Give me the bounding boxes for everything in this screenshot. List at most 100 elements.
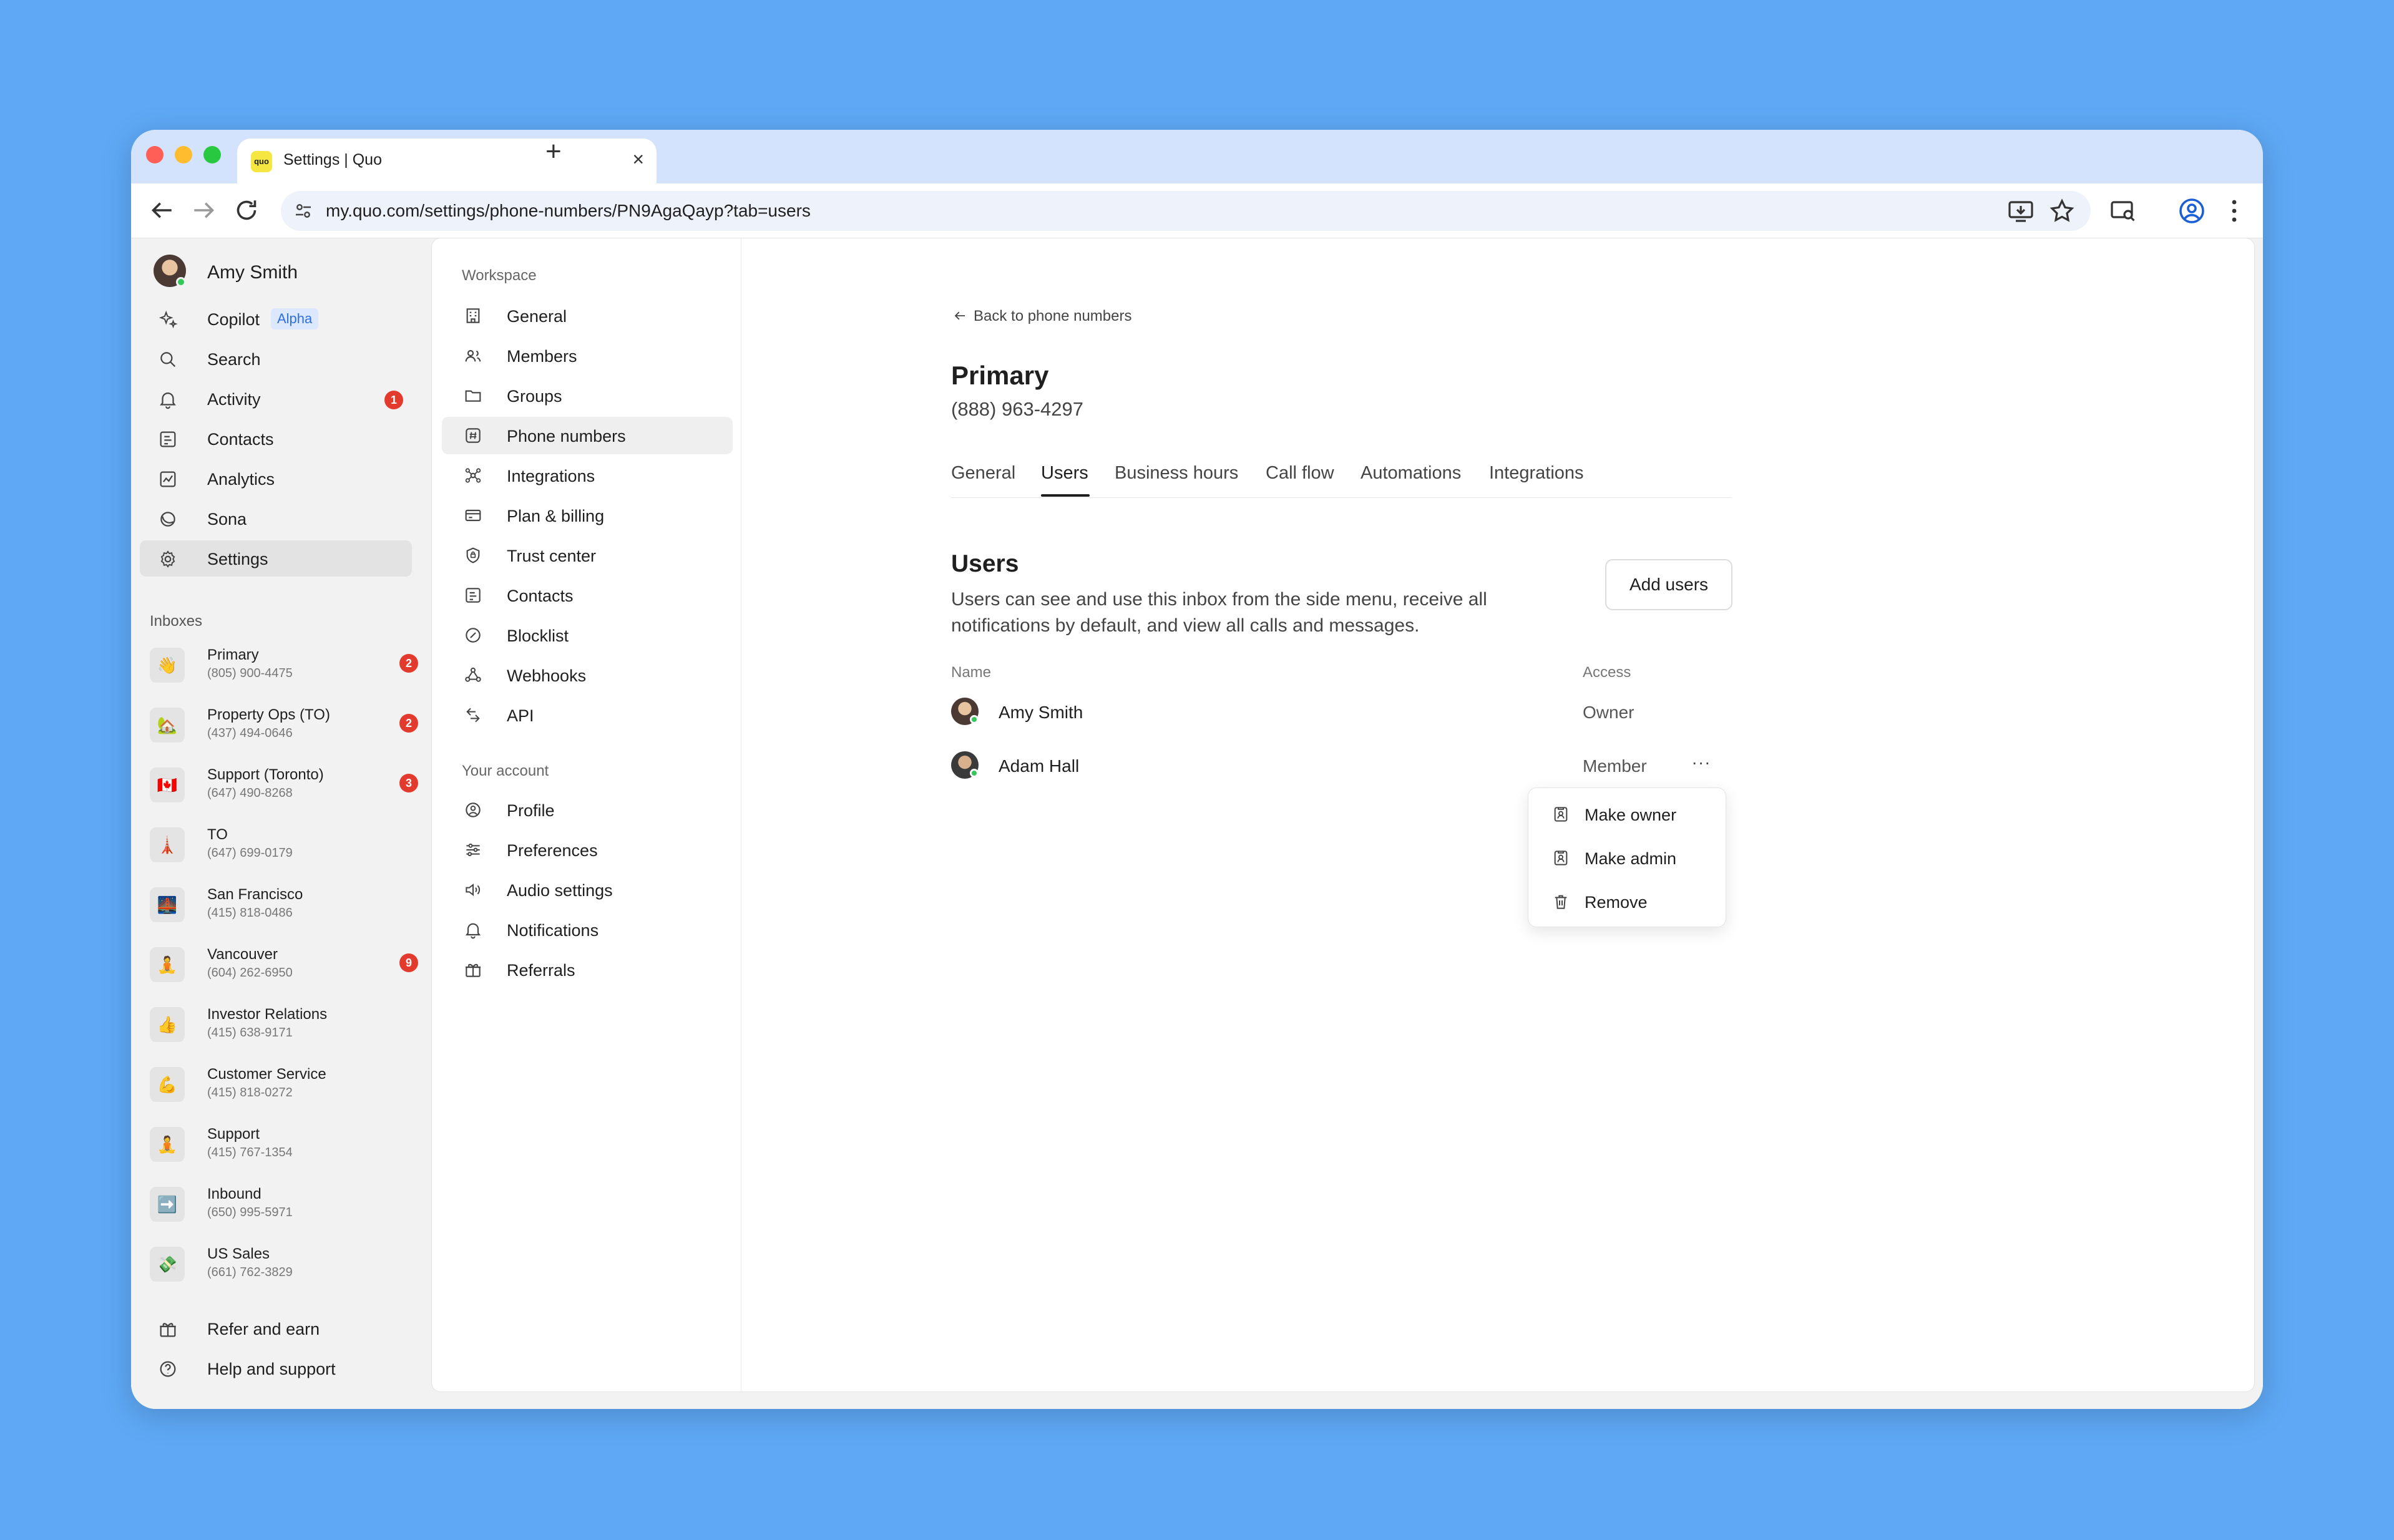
settings-plan-billing[interactable]: Plan & billing bbox=[442, 497, 733, 534]
bell-icon bbox=[157, 389, 178, 410]
make-owner-menu-item[interactable]: Make owner bbox=[1535, 794, 1721, 834]
settings-nav-label: API bbox=[507, 706, 534, 725]
users-heading: Users bbox=[951, 550, 1019, 577]
settings-contacts[interactable]: Contacts bbox=[442, 577, 733, 614]
settings-nav-label: Trust center bbox=[507, 547, 597, 565]
inbox-support[interactable]: 🧘 Support (415) 767-1354 bbox=[150, 1118, 418, 1168]
inbox-support-toronto[interactable]: 🇨🇦 Support (Toronto) (647) 490-8268 3 bbox=[150, 759, 418, 809]
back-arrow-icon[interactable] bbox=[145, 193, 178, 227]
tab-automations[interactable]: Automations bbox=[1361, 463, 1461, 484]
nav-contacts[interactable]: Contacts bbox=[140, 421, 412, 457]
online-status-icon bbox=[970, 769, 979, 777]
inbox-number: (650) 995-5971 bbox=[207, 1206, 293, 1219]
inbox-emoji-icon: ➡️ bbox=[150, 1187, 185, 1222]
nav-label: Copilot bbox=[207, 310, 260, 329]
user-name: Amy Smith bbox=[207, 262, 298, 283]
add-users-button[interactable]: Add users bbox=[1605, 559, 1732, 610]
close-tab-icon[interactable]: × bbox=[632, 148, 644, 171]
inbox-investor-relations[interactable]: 👍 Investor Relations (415) 638-9171 bbox=[150, 998, 418, 1048]
nav-label: Settings bbox=[207, 550, 268, 568]
integrations-icon bbox=[463, 465, 483, 485]
forward-arrow-icon[interactable] bbox=[187, 193, 221, 227]
nav-label: Analytics bbox=[207, 470, 275, 489]
settings-members[interactable]: Members bbox=[442, 337, 733, 374]
nav-sona[interactable]: Sona bbox=[140, 500, 412, 537]
inbox-customer-service[interactable]: 💪 Customer Service (415) 818-0272 bbox=[150, 1058, 418, 1108]
user-access: Owner bbox=[1583, 703, 1634, 722]
new-tab-icon[interactable]: + bbox=[545, 136, 562, 167]
inbox-emoji-icon: 🇨🇦 bbox=[150, 768, 185, 802]
nav-settings[interactable]: Settings bbox=[140, 540, 412, 577]
address-bar[interactable]: my.quo.com/settings/phone-numbers/PN9Aga… bbox=[281, 191, 2091, 231]
hash-icon bbox=[463, 426, 483, 446]
inbox-property-ops[interactable]: 🏡 Property Ops (TO) (437) 494-0646 2 bbox=[150, 699, 418, 749]
minimize-window-button[interactable] bbox=[175, 146, 192, 163]
settings-referrals[interactable]: Referrals bbox=[442, 951, 733, 988]
more-options-icon[interactable]: ··· bbox=[1688, 751, 1715, 779]
nav-search[interactable]: Search bbox=[140, 341, 412, 377]
refer-and-earn-link[interactable]: Refer and earn bbox=[140, 1310, 412, 1347]
profile-icon[interactable] bbox=[2177, 196, 2207, 226]
inbox-us-sales[interactable]: 💸 US Sales (661) 762-3829 bbox=[150, 1238, 418, 1288]
inbox-name: Primary bbox=[207, 646, 259, 663]
settings-nav-label: Profile bbox=[507, 801, 555, 820]
column-header-access: Access bbox=[1583, 664, 1631, 681]
inbox-san-francisco[interactable]: 🌉 San Francisco (415) 818-0486 bbox=[150, 879, 418, 928]
back-to-phone-numbers-link[interactable]: Back to phone numbers bbox=[951, 307, 1132, 325]
tab-users[interactable]: Users bbox=[1041, 463, 1088, 484]
app-content: Amy Smith Copilot Alpha Search Activity … bbox=[131, 238, 2263, 1409]
inbox-count-badge: 2 bbox=[399, 714, 418, 733]
settings-groups[interactable]: Groups bbox=[442, 377, 733, 414]
menu-item-label: Make owner bbox=[1585, 806, 1677, 824]
tab-business-hours[interactable]: Business hours bbox=[1115, 463, 1238, 484]
inbox-number: (437) 494-0646 bbox=[207, 726, 293, 740]
inbox-to[interactable]: 🗼 TO (647) 699-0179 bbox=[150, 819, 418, 869]
tab-integrations[interactable]: Integrations bbox=[1489, 463, 1584, 484]
inbox-primary[interactable]: 👋 Primary (805) 900-4475 2 bbox=[150, 639, 418, 689]
bookmark-star-icon[interactable] bbox=[2047, 196, 2077, 226]
remove-menu-item[interactable]: Remove bbox=[1535, 882, 1721, 922]
tab-search-icon[interactable] bbox=[2108, 196, 2138, 226]
user-actions-menu: Make owner Make admin Remove bbox=[1528, 787, 1726, 927]
nav-copilot[interactable]: Copilot Alpha bbox=[140, 301, 412, 337]
settings-audio[interactable]: Audio settings bbox=[442, 871, 733, 909]
kebab-menu-icon[interactable] bbox=[2219, 196, 2249, 226]
settings-integrations[interactable]: Integrations bbox=[442, 457, 733, 494]
alpha-badge: Alpha bbox=[271, 308, 319, 329]
inbox-number: (415) 818-0272 bbox=[207, 1086, 293, 1099]
gift-icon bbox=[463, 960, 483, 980]
inbox-name: Vancouver bbox=[207, 946, 278, 963]
browser-tab[interactable]: quo Settings | Quo × bbox=[237, 139, 657, 183]
settings-profile[interactable]: Profile bbox=[442, 791, 733, 829]
settings-blocklist[interactable]: Blocklist bbox=[442, 616, 733, 654]
inbox-vancouver[interactable]: 🧘 Vancouver (604) 262-6950 9 bbox=[150, 938, 418, 988]
maximize-window-button[interactable] bbox=[203, 146, 221, 163]
site-settings-icon[interactable] bbox=[292, 200, 315, 222]
settings-trust-center[interactable]: Trust center bbox=[442, 537, 733, 574]
settings-api[interactable]: API bbox=[442, 696, 733, 734]
settings-preferences[interactable]: Preferences bbox=[442, 831, 733, 869]
help-and-support-link[interactable]: Help and support bbox=[140, 1350, 412, 1386]
block-icon bbox=[463, 625, 483, 645]
close-window-button[interactable] bbox=[146, 146, 164, 163]
settings-notifications[interactable]: Notifications bbox=[442, 911, 733, 948]
tab-call-flow[interactable]: Call flow bbox=[1266, 463, 1334, 484]
back-link-label: Back to phone numbers bbox=[974, 308, 1132, 324]
make-admin-menu-item[interactable]: Make admin bbox=[1535, 838, 1721, 878]
inbox-number: (647) 490-8268 bbox=[207, 786, 293, 800]
members-icon bbox=[463, 346, 483, 366]
settings-general[interactable]: General bbox=[442, 297, 733, 334]
nav-activity[interactable]: Activity 1 bbox=[140, 381, 412, 417]
settings-webhooks[interactable]: Webhooks bbox=[442, 656, 733, 694]
folder-icon bbox=[463, 386, 483, 406]
inbox-inbound[interactable]: ➡️ Inbound (650) 995-5971 bbox=[150, 1178, 418, 1228]
settings-phone-numbers[interactable]: Phone numbers bbox=[442, 417, 733, 454]
tab-general[interactable]: General bbox=[951, 463, 1015, 484]
install-app-icon[interactable] bbox=[2006, 196, 2036, 226]
nav-analytics[interactable]: Analytics bbox=[140, 461, 412, 497]
nav-label: Sona bbox=[207, 510, 247, 529]
inbox-name: Investor Relations bbox=[207, 1006, 328, 1023]
your-account-heading: Your account bbox=[462, 763, 549, 779]
inbox-number: (661) 762-3829 bbox=[207, 1265, 293, 1279]
reload-icon[interactable] bbox=[230, 193, 263, 227]
